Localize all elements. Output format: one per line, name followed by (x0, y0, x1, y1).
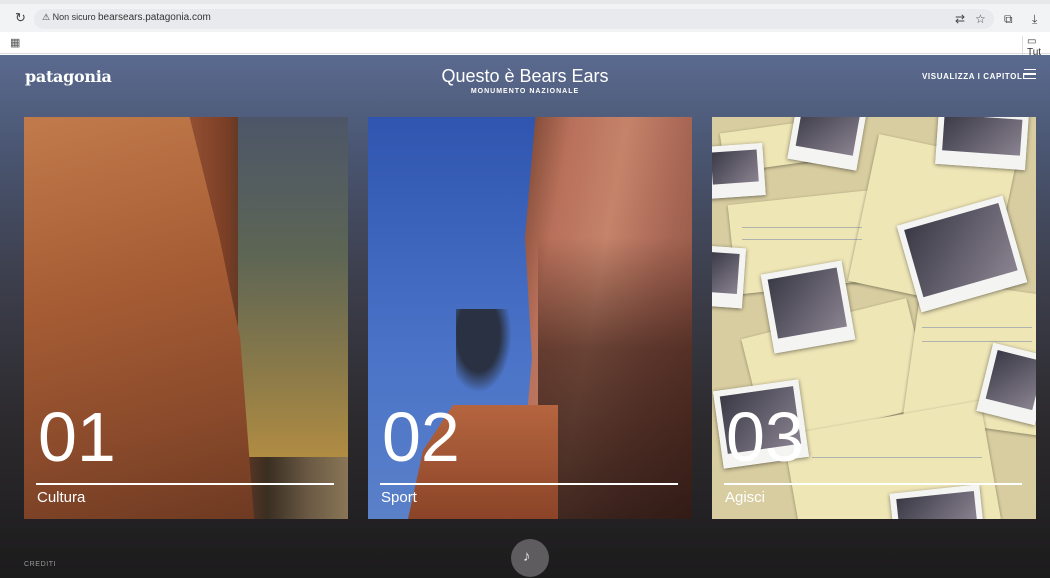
extensions-icon[interactable]: ⧉ (1004, 12, 1013, 27)
handwriting-line (742, 239, 862, 240)
chapter-divider (380, 483, 678, 485)
translate-icon[interactable]: ⇄ (955, 12, 965, 26)
chapter-divider (36, 483, 334, 485)
chapter-number: 02 (382, 398, 460, 476)
climber-image (456, 309, 512, 393)
polaroid-photo (712, 245, 747, 309)
polaroid-photo (760, 260, 856, 354)
night-sky-image (238, 117, 348, 457)
handwriting-line (812, 457, 982, 458)
handwriting-line (922, 327, 1032, 328)
address-bar[interactable]: ⚠ Non sicuro bearsears.patagonia.com (34, 9, 994, 29)
wall-shadow (538, 237, 692, 519)
download-icon[interactable]: ⤓ (1032, 12, 1037, 27)
audio-toggle-button[interactable]: ♪ (511, 539, 549, 577)
page-subtitle: MONUMENTO NAZIONALE (470, 88, 580, 95)
chapter-number: 03 (726, 398, 804, 476)
reload-icon[interactable]: ↻ (15, 10, 26, 26)
view-chapters-link[interactable]: VISUALIZZA I CAPITOLI (922, 72, 1025, 81)
audio-toggle-icon: ♪ (523, 548, 531, 565)
chapter-label: Cultura (37, 489, 86, 506)
folder-icon: ▭ (1027, 36, 1037, 47)
credits-link[interactable]: CREDITI (24, 561, 56, 568)
page: patagonia Questo è Bears Ears MONUMENTO … (0, 55, 1050, 578)
chapter-card-sport[interactable]: 02 Sport (368, 117, 692, 519)
polaroid-photo (935, 117, 1029, 171)
handwriting-line (742, 227, 862, 228)
apps-icon[interactable]: ▦ (10, 36, 20, 49)
chapter-card-cultura[interactable]: 01 Cultura (24, 117, 348, 519)
chapter-card-agisci[interactable]: 03 Agisci (712, 117, 1036, 519)
chapter-number: 01 (38, 398, 116, 476)
url-text[interactable]: bearsears.patagonia.com (98, 12, 211, 23)
page-title: Questo è Bears Ears (441, 66, 609, 86)
browser-toolbar: ↻ ⚠ Non sicuro bearsears.patagonia.com ⇄… (0, 0, 1050, 32)
handwriting-line (922, 341, 1032, 342)
polaroid-photo (712, 143, 766, 199)
security-chip[interactable]: ⚠ Non sicuro (42, 12, 96, 23)
star-icon[interactable]: ☆ (975, 12, 986, 26)
menu-icon[interactable] (1024, 69, 1036, 79)
chapter-divider (724, 483, 1022, 485)
bookmarks-bar: ▦ ▭ Tut (0, 32, 1050, 58)
chapter-label: Sport (381, 489, 417, 506)
chapter-label: Agisci (725, 489, 766, 506)
